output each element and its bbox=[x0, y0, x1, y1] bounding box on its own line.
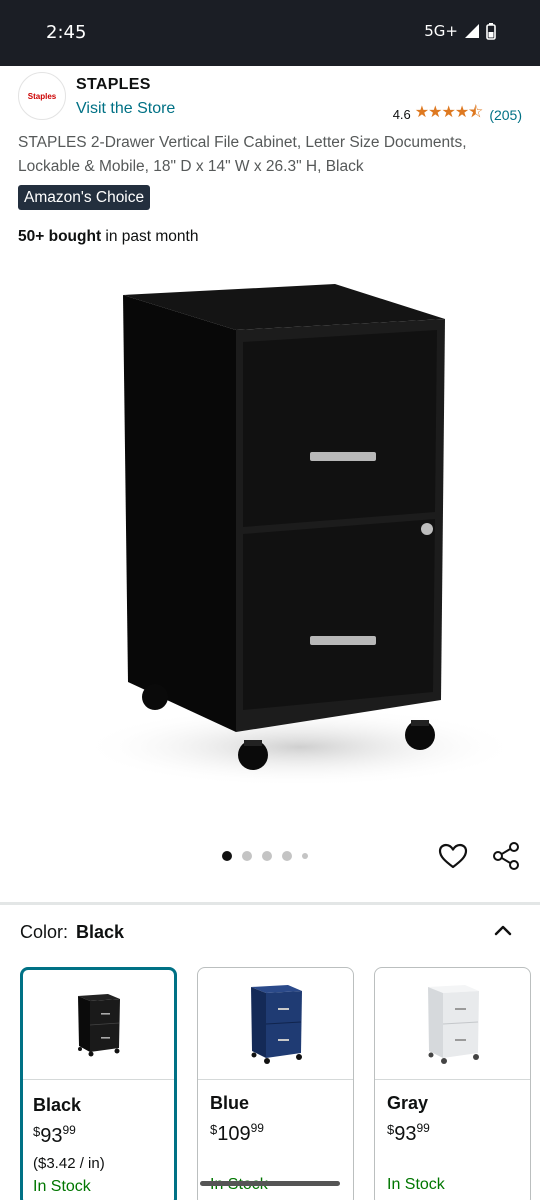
option-unit-price: ($3.42 / in) bbox=[33, 1155, 105, 1172]
option-name: Gray bbox=[387, 1093, 429, 1113]
file-cabinet-thumbnail bbox=[427, 984, 479, 1064]
rating-count[interactable]: (205) bbox=[489, 107, 522, 123]
signal-icon bbox=[465, 24, 479, 38]
file-cabinet-thumbnail bbox=[77, 993, 120, 1056]
carousel-dot[interactable] bbox=[222, 851, 232, 861]
color-option-blue[interactable]: Blue $10999 In Stock bbox=[197, 967, 354, 1200]
status-bar: 2:45 5G+ bbox=[0, 0, 540, 66]
swatch-image bbox=[198, 968, 353, 1080]
product-image[interactable] bbox=[0, 262, 540, 842]
file-cabinet-thumbnail bbox=[250, 984, 302, 1064]
rating-summary[interactable]: 4.6 ★★★★⯪ (205) bbox=[393, 101, 522, 128]
star-rating-icon: ★★★★⯪ bbox=[414, 104, 484, 121]
purchase-count-bold: 50+ bought bbox=[18, 228, 102, 245]
amazons-choice-badge: Amazon's Choice bbox=[18, 185, 151, 210]
chevron-up-icon[interactable] bbox=[491, 918, 515, 942]
battery-icon bbox=[486, 22, 496, 40]
carousel-dot[interactable] bbox=[262, 851, 272, 861]
brand-row: Staples STAPLES Visit the Store 4.6 ★★★★… bbox=[0, 66, 540, 126]
network-label: 5G+ bbox=[424, 22, 458, 40]
carousel-dots[interactable] bbox=[222, 851, 308, 861]
brand-name: STAPLES bbox=[76, 76, 151, 93]
brand-logo[interactable]: Staples bbox=[18, 72, 66, 120]
option-stock: In Stock bbox=[387, 1176, 445, 1193]
color-option-gray[interactable]: Gray $9399 In Stock bbox=[374, 967, 531, 1200]
share-icon[interactable] bbox=[490, 840, 522, 872]
carousel-dot[interactable] bbox=[302, 853, 308, 859]
file-cabinet-image bbox=[80, 284, 520, 787]
section-divider bbox=[0, 902, 540, 905]
rating-value: 4.6 bbox=[392, 107, 411, 122]
option-price: $9399 bbox=[33, 1123, 76, 1147]
gesture-navigation-bar[interactable] bbox=[200, 1181, 340, 1186]
brand-logo-text: Staples bbox=[27, 91, 57, 101]
swatch-image bbox=[23, 970, 174, 1080]
product-title: STAPLES 2-Drawer Vertical File Cabinet, … bbox=[18, 134, 467, 175]
purchase-count: 50+ bought in past month bbox=[18, 228, 198, 246]
status-icons: 5G+ bbox=[424, 22, 496, 40]
color-selector-header: Color: Black bbox=[20, 922, 124, 943]
carousel-dot[interactable] bbox=[242, 851, 252, 861]
color-label: Color: bbox=[20, 922, 69, 942]
option-name: Black bbox=[33, 1095, 82, 1115]
purchase-count-rest: in past month bbox=[101, 228, 199, 245]
option-price: $10999 bbox=[210, 1121, 264, 1145]
color-selected-value: Black bbox=[76, 922, 125, 942]
swatch-image bbox=[375, 968, 530, 1080]
option-name: Blue bbox=[210, 1093, 250, 1113]
color-option-black[interactable]: Black $9399 ($3.42 / in) In Stock bbox=[20, 967, 177, 1200]
heart-icon[interactable] bbox=[437, 840, 469, 872]
option-price: $9399 bbox=[387, 1121, 430, 1145]
status-time: 2:45 bbox=[46, 22, 87, 43]
visit-store-link[interactable]: Visit the Store bbox=[76, 100, 175, 118]
carousel-dot[interactable] bbox=[282, 851, 292, 861]
option-stock: In Stock bbox=[33, 1178, 91, 1195]
